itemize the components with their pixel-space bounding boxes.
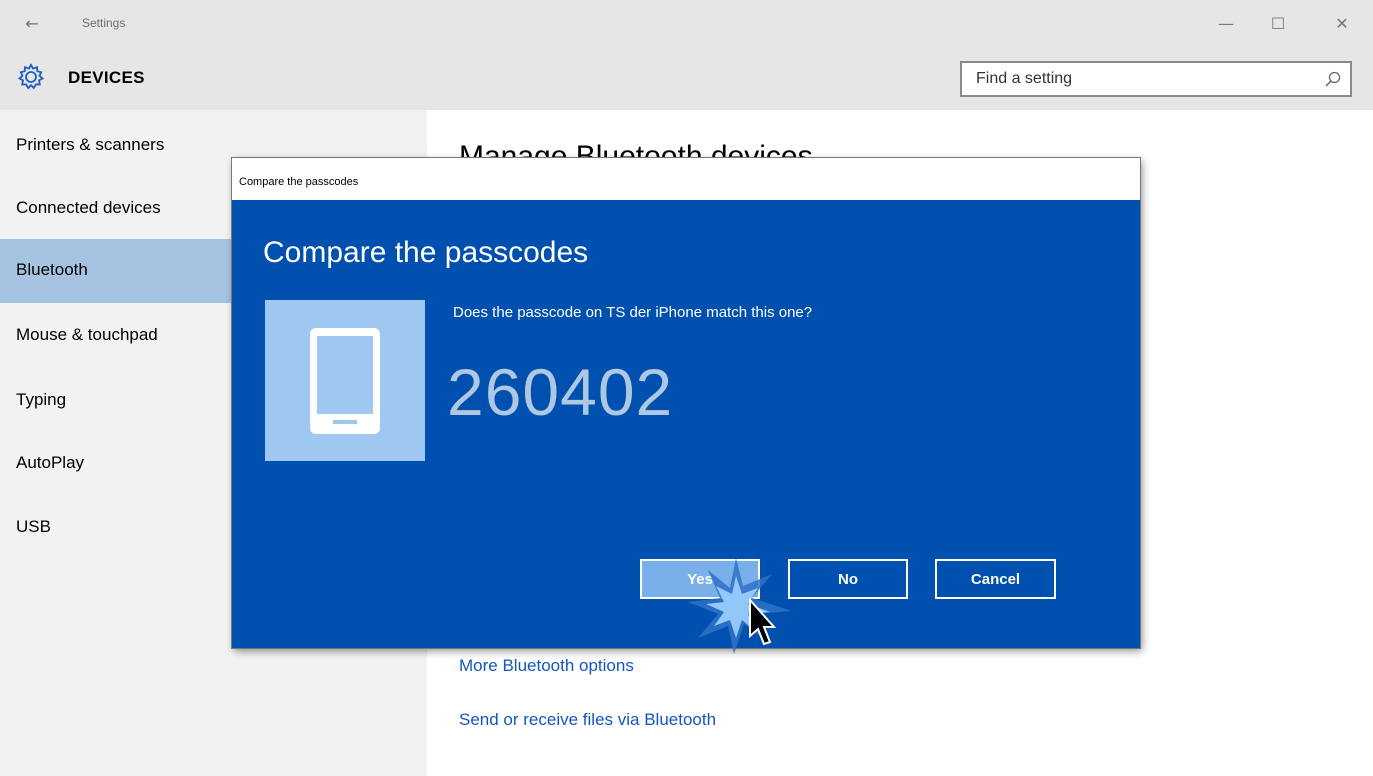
minimize-icon[interactable]: — — [1210, 10, 1242, 38]
sidebar-item-label: Printers & scanners — [16, 135, 165, 154]
search-input[interactable] — [976, 68, 1296, 90]
app-title: Settings — [82, 16, 126, 30]
more-bluetooth-options-link[interactable]: More Bluetooth options — [459, 656, 634, 676]
sidebar-item-label: Bluetooth — [16, 260, 88, 279]
sidebar-item-printers-scanners[interactable]: Printers & scanners — [0, 114, 233, 178]
back-arrow-icon[interactable]: ← — [20, 12, 44, 36]
passcode-question: Does the passcode on TS der iPhone match… — [453, 304, 813, 321]
search-box[interactable] — [960, 61, 1352, 97]
sidebar-item-autoplay[interactable]: AutoPlay — [0, 432, 233, 496]
device-tile — [265, 300, 425, 461]
sidebar-item-typing[interactable]: Typing — [0, 369, 233, 433]
maximize-icon[interactable]: ☐ — [1262, 10, 1294, 38]
phone-icon — [310, 328, 380, 434]
sidebar-item-label: Mouse & touchpad — [16, 325, 158, 344]
sidebar-item-label: AutoPlay — [16, 453, 85, 472]
page-title: DEVICES — [68, 68, 145, 87]
sidebar-item-connected-devices[interactable]: Connected devices — [0, 177, 233, 241]
title-bar: ← Settings — ☐ ✕ — [0, 0, 1373, 48]
sidebar-item-mouse-touchpad[interactable]: Mouse & touchpad — [0, 304, 233, 368]
sidebar-item-bluetooth[interactable]: Bluetooth — [0, 239, 233, 303]
sidebar-item-label: Typing — [16, 390, 67, 409]
dialog-heading: Compare the passcodes — [263, 236, 589, 269]
no-button[interactable]: No — [788, 559, 908, 599]
send-receive-files-link[interactable]: Send or receive files via Bluetooth — [459, 710, 716, 730]
dialog-title-bar: Compare the passcodes — [232, 158, 1140, 200]
sidebar-item-usb[interactable]: USB — [0, 496, 233, 560]
header: DEVICES — [0, 48, 1373, 110]
gear-icon — [17, 63, 45, 90]
sidebar-item-label: USB — [16, 517, 51, 536]
yes-button[interactable]: Yes — [640, 559, 760, 599]
search-icon[interactable] — [1324, 70, 1342, 88]
passcode-value: 260402 — [447, 355, 674, 429]
close-icon[interactable]: ✕ — [1326, 10, 1358, 38]
sidebar-item-label: Connected devices — [16, 198, 161, 217]
dialog-window-title: Compare the passcodes — [239, 176, 359, 188]
cancel-button[interactable]: Cancel — [935, 559, 1056, 599]
compare-passcodes-dialog: Compare the passcodes Compare the passco… — [232, 158, 1140, 648]
